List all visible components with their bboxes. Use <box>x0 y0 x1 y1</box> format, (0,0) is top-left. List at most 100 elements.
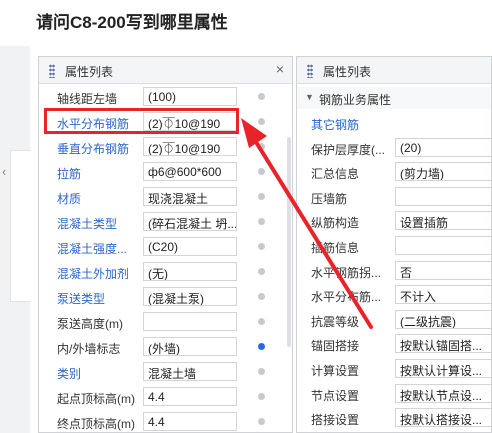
property-label: 纵筋构造 <box>311 216 360 231</box>
property-row[interactable]: 搭接设置 按默认搭接设... <box>297 406 491 430</box>
property-row[interactable]: 水平分布筋... 不计入 <box>297 283 491 307</box>
property-value-field[interactable]: 否 <box>395 260 491 280</box>
property-row[interactable]: 水平钢筋拐... 否 <box>297 259 491 283</box>
attach-property-dot-icon[interactable] <box>258 368 265 375</box>
property-label: 泵送高度(m) <box>57 317 123 331</box>
property-label: 混凝土外加剂 <box>57 267 130 281</box>
property-value-field[interactable]: 按默认锚固搭... <box>395 334 491 354</box>
property-value-field[interactable]: (100) <box>143 87 237 106</box>
property-label: 终点顶标高(m) <box>57 417 135 431</box>
attach-property-dot-icon[interactable] <box>258 318 265 325</box>
property-label: 混凝土强度... <box>57 242 128 256</box>
property-row[interactable]: 其它钢筋 <box>297 111 491 135</box>
property-label: 压墙筋 <box>311 191 348 206</box>
drag-handle-icon[interactable] <box>307 64 313 78</box>
property-value-field[interactable]: 混凝土墙 <box>143 362 237 381</box>
left-panel-header: 属性列表 × <box>39 57 292 84</box>
property-value-field[interactable]: (2)⏁10@190 <box>143 137 237 156</box>
drag-handle-icon[interactable] <box>49 64 55 78</box>
property-row[interactable]: 内/外墙标志 (外墙) <box>39 335 292 360</box>
property-value-field[interactable]: (碎石混凝土 坍... <box>143 212 237 231</box>
property-label: 保护层厚度(... <box>311 142 385 157</box>
group-label: 钢筋业务属性 <box>319 93 392 107</box>
left-panel-title: 属性列表 <box>65 65 114 79</box>
group-header-rebar[interactable]: ▼ 钢筋业务属性 <box>297 87 491 109</box>
property-value-field[interactable]: 按默认搭接设... <box>395 408 491 428</box>
right-panel-title: 属性列表 <box>323 65 372 79</box>
property-label: 内/外墙标志 <box>57 342 121 356</box>
highlight-box <box>44 108 239 134</box>
property-label: 锚固搭接 <box>311 339 360 354</box>
property-row[interactable]: 汇总信息 (剪力墙) <box>297 160 491 184</box>
property-label: 节点设置 <box>311 388 360 403</box>
property-label: 水平钢筋拐... <box>311 265 382 280</box>
property-row[interactable]: 起点顶标高(m) 4.4 <box>39 385 292 410</box>
property-value-field[interactable] <box>395 186 491 206</box>
attach-property-dot-icon[interactable] <box>258 418 265 425</box>
property-value-field[interactable]: (混凝土泵) <box>143 287 237 306</box>
property-label: 泵送类型 <box>57 292 106 306</box>
property-value-field[interactable] <box>143 312 237 331</box>
attach-property-dot-icon[interactable] <box>258 118 265 125</box>
property-value-field[interactable]: (C20) <box>143 237 237 256</box>
property-row[interactable]: 终点顶标高(m) 4.4 <box>39 410 292 432</box>
property-row[interactable]: 抗震等级 (二级抗震) <box>297 308 491 332</box>
property-row[interactable]: 纵筋构造 设置插筋 <box>297 209 491 233</box>
property-row[interactable]: 插筋信息 <box>297 234 491 258</box>
attach-property-dot-icon[interactable] <box>258 193 265 200</box>
property-row[interactable]: 材质 现浇混凝土 <box>39 185 292 210</box>
property-row[interactable]: 泵送类型 (混凝土泵) <box>39 285 292 310</box>
property-row[interactable]: 保护层厚度(... (20) <box>297 136 491 160</box>
attach-property-dot-icon[interactable] <box>258 143 265 150</box>
property-row[interactable]: 垂直分布钢筋 (2)⏁10@190 <box>39 135 292 160</box>
property-label: 插筋信息 <box>311 241 360 255</box>
attach-property-dot-icon[interactable] <box>258 343 265 350</box>
chevron-left-icon[interactable]: ‹ <box>2 164 6 179</box>
property-label: 类别 <box>57 367 82 381</box>
property-value-field[interactable] <box>395 236 491 255</box>
property-label: 抗震等级 <box>311 314 360 329</box>
property-row[interactable]: 计算设置 按默认计算设... <box>297 357 491 381</box>
right-panel-header: 属性列表 <box>297 57 491 84</box>
property-row[interactable]: 泵送高度(m) <box>39 310 292 335</box>
property-label: 混凝土类型 <box>57 217 118 231</box>
close-icon[interactable]: × <box>276 61 284 77</box>
side-tile <box>10 150 31 302</box>
attach-property-dot-icon[interactable] <box>258 168 265 175</box>
property-label: 搭接设置 <box>311 413 360 428</box>
property-value-field[interactable]: ф6@600*600 <box>143 162 237 181</box>
property-value-field[interactable]: (外墙) <box>143 337 237 356</box>
property-label: 轴线距左墙 <box>57 92 118 106</box>
property-label: 其它钢筋 <box>311 118 360 132</box>
property-value-field[interactable]: 设置插筋 <box>395 211 491 231</box>
attach-property-dot-icon[interactable] <box>258 93 265 100</box>
property-row[interactable]: 轴线距左墙 (100) <box>39 85 292 110</box>
property-value-field[interactable]: 不计入 <box>395 285 491 305</box>
property-value-field[interactable]: (剪力墙) <box>395 162 491 182</box>
attach-property-dot-icon[interactable] <box>258 218 265 225</box>
property-row[interactable]: 拉筋 ф6@600*600 <box>39 160 292 185</box>
property-value-field[interactable]: (20) <box>395 137 491 157</box>
collapse-triangle-icon[interactable]: ▼ <box>305 92 314 102</box>
property-value-field[interactable]: 4.4 <box>143 412 237 431</box>
property-value-field[interactable]: 按默认节点设... <box>395 383 491 403</box>
attach-property-dot-icon[interactable] <box>258 393 265 400</box>
attach-property-dot-icon[interactable] <box>258 243 265 250</box>
attach-property-dot-icon[interactable] <box>258 268 265 275</box>
property-label: 计算设置 <box>311 364 360 378</box>
property-label: 汇总信息 <box>311 167 360 182</box>
property-value-field[interactable]: 4.4 <box>143 387 237 406</box>
scrollbar[interactable] <box>287 137 291 347</box>
property-row[interactable]: 节点设置 按默认节点设... <box>297 382 491 406</box>
property-row[interactable]: 锚固搭接 按默认锚固搭... <box>297 332 491 356</box>
property-row[interactable]: 混凝土强度... (C20) <box>39 235 292 260</box>
property-row[interactable]: 混凝土类型 (碎石混凝土 坍... <box>39 210 292 235</box>
attach-property-dot-icon[interactable] <box>258 293 265 300</box>
property-row[interactable]: 混凝土外加剂 (无) <box>39 260 292 285</box>
property-row[interactable]: 类别 混凝土墙 <box>39 360 292 385</box>
property-value-field[interactable]: 现浇混凝土 <box>143 187 237 206</box>
property-row[interactable]: 压墙筋 <box>297 185 491 209</box>
property-value-field[interactable]: (无) <box>143 262 237 281</box>
property-value-field[interactable]: (二级抗震) <box>395 309 491 329</box>
property-value-field[interactable]: 按默认计算设... <box>395 359 491 378</box>
